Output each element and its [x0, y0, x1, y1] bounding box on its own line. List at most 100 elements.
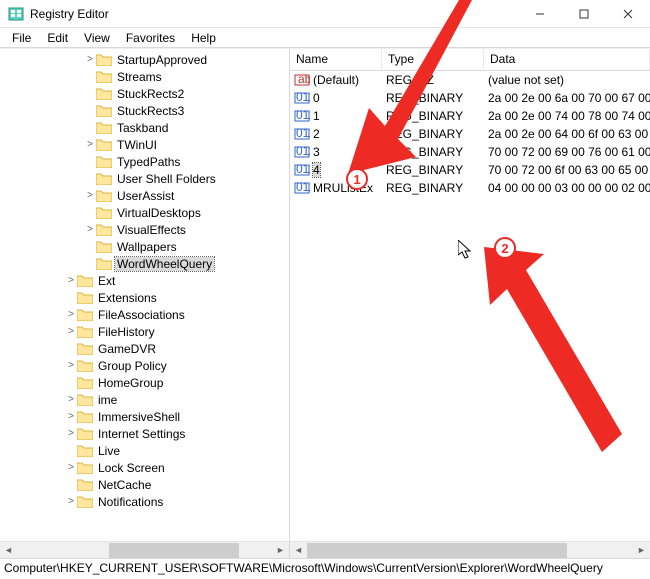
expander-icon[interactable]: > — [65, 411, 77, 422]
value-name: 2 — [313, 127, 320, 141]
folder-icon — [77, 325, 93, 339]
folder-icon — [96, 172, 112, 186]
folder-icon — [96, 121, 112, 135]
tree-item[interactable]: Streams — [2, 68, 289, 85]
tree-item-label: Taskband — [115, 121, 170, 135]
titlebar: Registry Editor — [0, 0, 650, 28]
tree-item[interactable]: StuckRects2 — [2, 85, 289, 102]
tree-item[interactable]: > ImmersiveShell — [2, 408, 289, 425]
tree-item-label: FileAssociations — [96, 308, 187, 322]
tree-item[interactable]: >FileHistory — [2, 323, 289, 340]
list-row[interactable]: 011MRUListExREG_BINARY04 00 00 00 03 00 … — [290, 179, 650, 197]
value-data: 70 00 72 00 6f 00 63 00 65 00 73 01 74 0… — [484, 163, 650, 177]
tree-item[interactable]: >TWinUI — [2, 136, 289, 153]
col-type[interactable]: Type — [382, 49, 484, 70]
menu-edit[interactable]: Edit — [39, 29, 76, 47]
value-type: REG_BINARY — [382, 145, 484, 159]
tree-item[interactable]: VirtualDesktops — [2, 204, 289, 221]
tree-item[interactable]: Live — [2, 442, 289, 459]
list-row[interactable]: 0113REG_BINARY70 00 72 00 69 00 76 00 61… — [290, 143, 650, 161]
value-name: 1 — [313, 109, 320, 123]
minimize-button[interactable] — [518, 0, 562, 28]
value-type: REG_BINARY — [382, 181, 484, 195]
tree-item-label: User Shell Folders — [115, 172, 218, 186]
tree-item[interactable]: GameDVR — [2, 340, 289, 357]
folder-icon — [77, 376, 93, 390]
tree-item[interactable]: StuckRects3 — [2, 102, 289, 119]
expander-icon[interactable]: > — [65, 496, 77, 507]
folder-icon — [96, 257, 112, 271]
value-data: 2a 00 2e 00 64 00 6f 00 63 00 00 00 — [484, 127, 650, 141]
value-data: 2a 00 2e 00 74 00 78 00 74 00 00 00 — [484, 109, 650, 123]
expander-icon[interactable]: > — [84, 139, 96, 150]
tree-item[interactable]: HomeGroup — [2, 374, 289, 391]
tree-hscrollbar[interactable]: ◄► — [0, 541, 289, 558]
expander-icon[interactable]: > — [65, 360, 77, 371]
list-row[interactable]: ab(Default)REG_SZ(value not set) — [290, 71, 650, 89]
tree-item-label: ImmersiveShell — [96, 410, 182, 424]
tree-item[interactable]: NetCache — [2, 476, 289, 493]
tree-item[interactable]: >ime — [2, 391, 289, 408]
tree-item[interactable]: WordWheelQuery — [2, 255, 289, 272]
tree-item[interactable]: User Shell Folders — [2, 170, 289, 187]
window-title: Registry Editor — [30, 7, 518, 21]
tree-item[interactable]: >VisualEffects — [2, 221, 289, 238]
folder-icon — [96, 189, 112, 203]
expander-icon[interactable]: > — [84, 54, 96, 65]
col-name[interactable]: Name — [290, 49, 382, 70]
tree-item[interactable]: >UserAssist — [2, 187, 289, 204]
value-type: REG_BINARY — [382, 163, 484, 177]
tree-item[interactable]: Wallpapers — [2, 238, 289, 255]
tree-item[interactable]: Extensions — [2, 289, 289, 306]
expander-icon[interactable]: > — [84, 190, 96, 201]
tree-item[interactable]: > Notifications — [2, 493, 289, 510]
svg-text:011: 011 — [296, 162, 310, 176]
tree-item[interactable]: Taskband — [2, 119, 289, 136]
maximize-button[interactable] — [562, 0, 606, 28]
close-button[interactable] — [606, 0, 650, 28]
expander-icon[interactable]: > — [65, 394, 77, 405]
value-type: REG_BINARY — [382, 109, 484, 123]
col-data[interactable]: Data — [484, 49, 650, 70]
svg-text:011: 011 — [296, 144, 310, 158]
expander-icon[interactable]: > — [65, 326, 77, 337]
tree-item[interactable]: > Internet Settings — [2, 425, 289, 442]
tree-item[interactable]: >StartupApproved — [2, 51, 289, 68]
list-row[interactable]: 0114REG_BINARY70 00 72 00 6f 00 63 00 65… — [290, 161, 650, 179]
menu-file[interactable]: File — [4, 29, 39, 47]
expander-icon[interactable]: > — [65, 462, 77, 473]
tree-item[interactable]: > FileAssociations — [2, 306, 289, 323]
regedit-icon — [8, 6, 24, 22]
expander-icon[interactable]: > — [65, 428, 77, 439]
tree-item[interactable]: >Ext — [2, 272, 289, 289]
list-row[interactable]: 0111REG_BINARY2a 00 2e 00 74 00 78 00 74… — [290, 107, 650, 125]
expander-icon[interactable]: > — [65, 309, 77, 320]
menu-help[interactable]: Help — [183, 29, 224, 47]
tree-item-label: Internet Settings — [96, 427, 187, 441]
folder-icon — [77, 410, 93, 424]
tree-item[interactable]: TypedPaths — [2, 153, 289, 170]
list-row[interactable]: 0112REG_BINARY2a 00 2e 00 64 00 6f 00 63… — [290, 125, 650, 143]
expander-icon[interactable]: > — [84, 224, 96, 235]
tree-item-label: Notifications — [96, 495, 165, 509]
menu-favorites[interactable]: Favorites — [118, 29, 183, 47]
list-hscrollbar[interactable]: ◄► — [290, 541, 650, 558]
value-type: REG_SZ — [382, 73, 484, 87]
menu-view[interactable]: View — [76, 29, 118, 47]
tree-item[interactable]: > Lock Screen — [2, 459, 289, 476]
expander-icon[interactable]: > — [65, 275, 77, 286]
registry-tree[interactable]: >StartupApprovedStreamsStuckRects2 StuckR… — [0, 49, 289, 558]
list-row[interactable]: 0110REG_BINARY2a 00 2e 00 6a 00 70 00 67… — [290, 89, 650, 107]
list-header: Name Type Data — [290, 49, 650, 71]
value-name: (Default) — [313, 73, 359, 87]
tree-item-label: GameDVR — [96, 342, 158, 356]
value-type-icon: 011 — [294, 90, 310, 106]
tree-item[interactable]: >Group Policy — [2, 357, 289, 374]
folder-icon — [77, 308, 93, 322]
value-type: REG_BINARY — [382, 127, 484, 141]
svg-text:011: 011 — [296, 180, 310, 194]
value-list[interactable]: ab(Default)REG_SZ(value not set)0110REG_… — [290, 71, 650, 197]
tree-item-label: Lock Screen — [96, 461, 167, 475]
annotation-1: 1 — [346, 168, 368, 190]
tree-item-label: StuckRects3 — [115, 104, 186, 118]
